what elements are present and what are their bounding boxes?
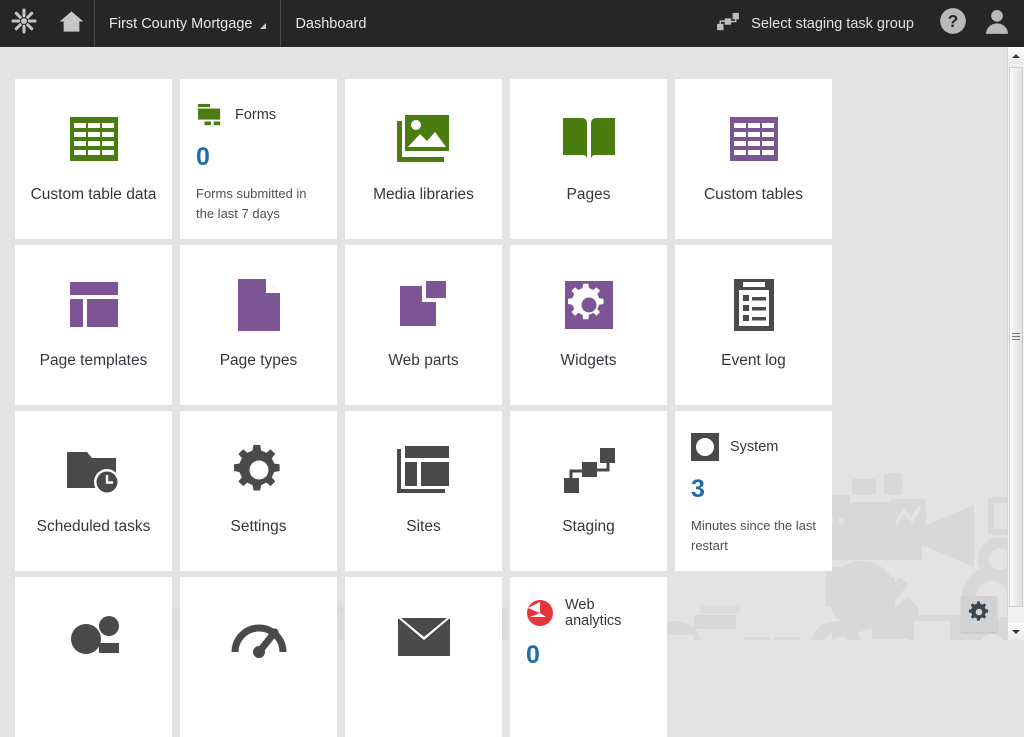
scroll-down-arrow-icon bbox=[1012, 630, 1020, 634]
section-title-label: Dashboard bbox=[295, 16, 366, 32]
widget-title: Web analytics bbox=[565, 597, 651, 629]
tile-email-queue[interactable] bbox=[345, 577, 502, 737]
scroll-up-button[interactable] bbox=[1008, 47, 1024, 64]
section-title: Dashboard bbox=[281, 0, 380, 47]
kentico-asterisk-icon bbox=[11, 8, 37, 39]
widget-value: 3 bbox=[691, 477, 816, 502]
dashboard-settings-gear-button[interactable] bbox=[961, 596, 997, 632]
envelope-mail-icon bbox=[394, 607, 454, 667]
tile-label: Custom tables bbox=[696, 183, 811, 207]
tile-pages[interactable]: Pages bbox=[510, 79, 667, 239]
vertical-scrollbar[interactable] bbox=[1007, 47, 1024, 640]
tile-label: Event log bbox=[713, 349, 794, 373]
user-menu-button[interactable] bbox=[976, 0, 1024, 47]
site-selector[interactable]: First County Mortgage bbox=[95, 0, 280, 47]
system-circle-icon bbox=[691, 433, 719, 461]
tile-label: Scheduled tasks bbox=[29, 515, 159, 539]
table-grid-icon bbox=[724, 109, 784, 169]
staging-task-group-selector[interactable]: Select staging task group bbox=[700, 0, 930, 47]
question-mark-icon: ? bbox=[939, 7, 967, 40]
site-name-label: First County Mortgage bbox=[109, 16, 252, 32]
chevron-down-icon bbox=[260, 23, 266, 29]
gear-icon bbox=[968, 601, 990, 628]
staging-label: Select staging task group bbox=[751, 16, 914, 32]
tile-custom-tables[interactable]: Custom tables bbox=[675, 79, 832, 239]
tile-label: Sites bbox=[398, 515, 448, 539]
scrollbar-thumb[interactable] bbox=[1009, 67, 1023, 607]
gear-square-icon bbox=[559, 275, 619, 335]
tile-label: Page templates bbox=[32, 349, 156, 373]
svg-text:?: ? bbox=[948, 11, 959, 31]
tile-sites[interactable]: Sites bbox=[345, 411, 502, 571]
widget-value: 0 bbox=[526, 643, 651, 668]
tile-label: Custom table data bbox=[23, 183, 165, 207]
tile-label: Web parts bbox=[380, 349, 466, 373]
tile-label: Settings bbox=[222, 515, 294, 539]
tile-staging[interactable]: Staging bbox=[510, 411, 667, 571]
widget-value: 0 bbox=[196, 145, 321, 170]
tile-label: Media libraries bbox=[365, 183, 482, 207]
scroll-up-arrow-icon bbox=[1012, 54, 1020, 58]
tile-page-templates[interactable]: Page templates bbox=[15, 245, 172, 405]
scroll-down-button[interactable] bbox=[1008, 623, 1024, 640]
help-button[interactable]: ? bbox=[930, 0, 976, 47]
widget-header: System bbox=[691, 433, 816, 461]
table-grid-icon bbox=[64, 109, 124, 169]
home-button[interactable] bbox=[48, 0, 94, 47]
image-photo-icon bbox=[394, 109, 454, 169]
tile-label: Pages bbox=[559, 183, 619, 207]
tile-widgets[interactable]: Widgets bbox=[510, 245, 667, 405]
tile-settings[interactable]: Settings bbox=[180, 411, 337, 571]
web-parts-blocks-icon bbox=[394, 275, 454, 335]
home-icon bbox=[58, 8, 85, 40]
document-page-icon bbox=[229, 275, 289, 335]
tile-media-libraries[interactable]: Media libraries bbox=[345, 79, 502, 239]
dashboard-tile-grid: Custom table data Forms 0 Forms submitte… bbox=[15, 79, 835, 737]
tile-custom-table-data[interactable]: Custom table data bbox=[15, 79, 172, 239]
speedometer-icon bbox=[229, 607, 289, 667]
tile-label: Staging bbox=[554, 515, 623, 539]
scrollbar-grip bbox=[1012, 333, 1020, 341]
tile-web-analytics-widget[interactable]: Web analytics 0 bbox=[510, 577, 667, 737]
open-book-icon bbox=[559, 109, 619, 169]
kentico-logo-button[interactable] bbox=[0, 0, 48, 47]
widget-header: Web analytics bbox=[526, 599, 651, 627]
widget-header: Forms bbox=[196, 101, 321, 129]
layout-sites-icon bbox=[394, 441, 454, 501]
users-people-icon bbox=[64, 607, 124, 667]
staging-nodes-icon bbox=[716, 12, 740, 36]
pie-chart-icon bbox=[526, 599, 554, 627]
tile-event-log[interactable]: Event log bbox=[675, 245, 832, 405]
folder-clock-icon bbox=[64, 441, 124, 501]
clipboard-list-icon bbox=[724, 275, 784, 335]
tile-label: Widgets bbox=[553, 349, 625, 373]
layout-template-icon bbox=[64, 275, 124, 335]
widget-caption: Minutes since the last restart bbox=[691, 516, 816, 556]
staging-nodes-icon bbox=[559, 441, 619, 501]
tile-web-parts[interactable]: Web parts bbox=[345, 245, 502, 405]
widget-title: Forms bbox=[235, 107, 276, 123]
tile-performance[interactable] bbox=[180, 577, 337, 737]
tile-forms-widget[interactable]: Forms 0 Forms submitted in the last 7 da… bbox=[180, 79, 337, 239]
forms-icon bbox=[196, 101, 224, 129]
tile-scheduled-tasks[interactable]: Scheduled tasks bbox=[15, 411, 172, 571]
user-avatar-icon bbox=[983, 7, 1011, 40]
gear-icon bbox=[229, 441, 289, 501]
tile-label: Page types bbox=[212, 349, 306, 373]
tile-page-types[interactable]: Page types bbox=[180, 245, 337, 405]
tile-system-widget[interactable]: System 3 Minutes since the last restart bbox=[675, 411, 832, 571]
top-header-bar: First County Mortgage Dashboard Select s… bbox=[0, 0, 1024, 47]
widget-caption: Forms submitted in the last 7 days bbox=[196, 184, 321, 224]
widget-title: System bbox=[730, 439, 778, 455]
tile-users[interactable] bbox=[15, 577, 172, 737]
